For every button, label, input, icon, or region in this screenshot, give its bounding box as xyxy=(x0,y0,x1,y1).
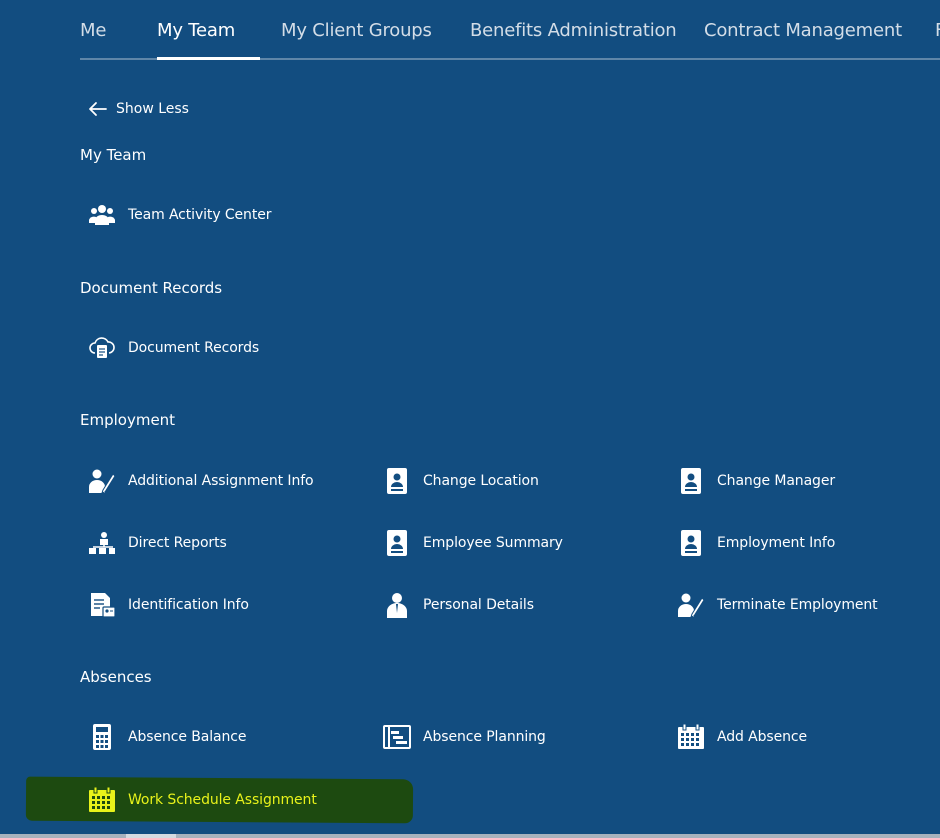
planning-chart-icon xyxy=(383,723,411,751)
item-identification-info[interactable]: Identification Info xyxy=(88,590,249,620)
item-direct-reports[interactable]: Direct Reports xyxy=(88,528,227,558)
arrow-left-icon xyxy=(89,102,107,116)
item-label: Absence Planning xyxy=(423,729,546,745)
active-tab-indicator xyxy=(157,57,260,60)
cloud-document-icon xyxy=(88,334,116,362)
item-label: Direct Reports xyxy=(128,535,227,551)
item-change-location[interactable]: Change Location xyxy=(383,466,539,496)
tab-my-client-groups[interactable]: My Client Groups xyxy=(281,20,432,41)
section-title-document-records: Document Records xyxy=(80,279,223,297)
tab-my-team[interactable]: My Team xyxy=(157,20,235,41)
item-document-records[interactable]: Document Records xyxy=(88,333,259,363)
section-title-absences: Absences xyxy=(80,668,152,686)
id-badge-icon xyxy=(677,529,705,557)
item-label: Team Activity Center xyxy=(128,207,272,223)
section-title-my-team: My Team xyxy=(80,146,147,164)
tab-truncated[interactable]: F xyxy=(935,20,940,41)
tab-benefits-administration[interactable]: Benefits Administration xyxy=(470,20,677,41)
calculator-icon xyxy=(88,723,116,751)
person-icon xyxy=(383,591,411,619)
id-badge-icon xyxy=(383,529,411,557)
item-label: Change Location xyxy=(423,473,539,489)
tab-contract-management[interactable]: Contract Management xyxy=(704,20,902,41)
item-label: Employee Summary xyxy=(423,535,563,551)
id-badge-icon xyxy=(677,467,705,495)
id-document-icon xyxy=(88,591,116,619)
item-employment-info[interactable]: Employment Info xyxy=(677,528,835,558)
show-less-label: Show Less xyxy=(116,101,189,117)
item-label: Employment Info xyxy=(717,535,836,551)
item-label: Personal Details xyxy=(423,597,534,613)
item-label: Identification Info xyxy=(128,597,249,613)
scrollbar-thumb[interactable] xyxy=(126,834,176,838)
item-absence-planning[interactable]: Absence Planning xyxy=(383,722,546,752)
item-change-manager[interactable]: Change Manager xyxy=(677,466,835,496)
item-terminate-employment[interactable]: Terminate Employment xyxy=(677,590,878,620)
org-chart-icon xyxy=(88,529,116,557)
section-title-employment: Employment xyxy=(80,411,176,429)
person-edit-icon xyxy=(88,467,116,495)
item-absence-balance[interactable]: Absence Balance xyxy=(88,722,246,752)
top-navigation: Me My Team My Client Groups Benefits Adm… xyxy=(0,0,940,60)
item-add-absence[interactable]: Add Absence xyxy=(677,722,807,752)
item-work-schedule-assignment[interactable]: Work Schedule Assignment xyxy=(88,785,317,815)
item-employee-summary[interactable]: Employee Summary xyxy=(383,528,563,558)
calendar-icon xyxy=(677,723,705,751)
tab-me[interactable]: Me xyxy=(80,20,106,41)
calendar-icon xyxy=(88,786,116,814)
item-label: Work Schedule Assignment xyxy=(128,792,317,808)
bottom-scrollbar[interactable] xyxy=(0,834,940,838)
item-label: Terminate Employment xyxy=(717,597,878,613)
id-badge-icon xyxy=(383,467,411,495)
item-label: Add Absence xyxy=(717,729,808,745)
show-less-link[interactable]: Show Less xyxy=(88,98,189,120)
item-personal-details[interactable]: Personal Details xyxy=(383,590,534,620)
item-additional-assignment-info[interactable]: Additional Assignment Info xyxy=(88,466,314,496)
item-label: Change Manager xyxy=(717,473,836,489)
item-label: Additional Assignment Info xyxy=(128,473,314,489)
item-team-activity-center[interactable]: Team Activity Center xyxy=(88,200,271,230)
person-edit-icon xyxy=(677,591,705,619)
team-icon xyxy=(88,201,116,229)
item-label: Document Records xyxy=(128,340,260,356)
item-label: Absence Balance xyxy=(128,729,247,745)
